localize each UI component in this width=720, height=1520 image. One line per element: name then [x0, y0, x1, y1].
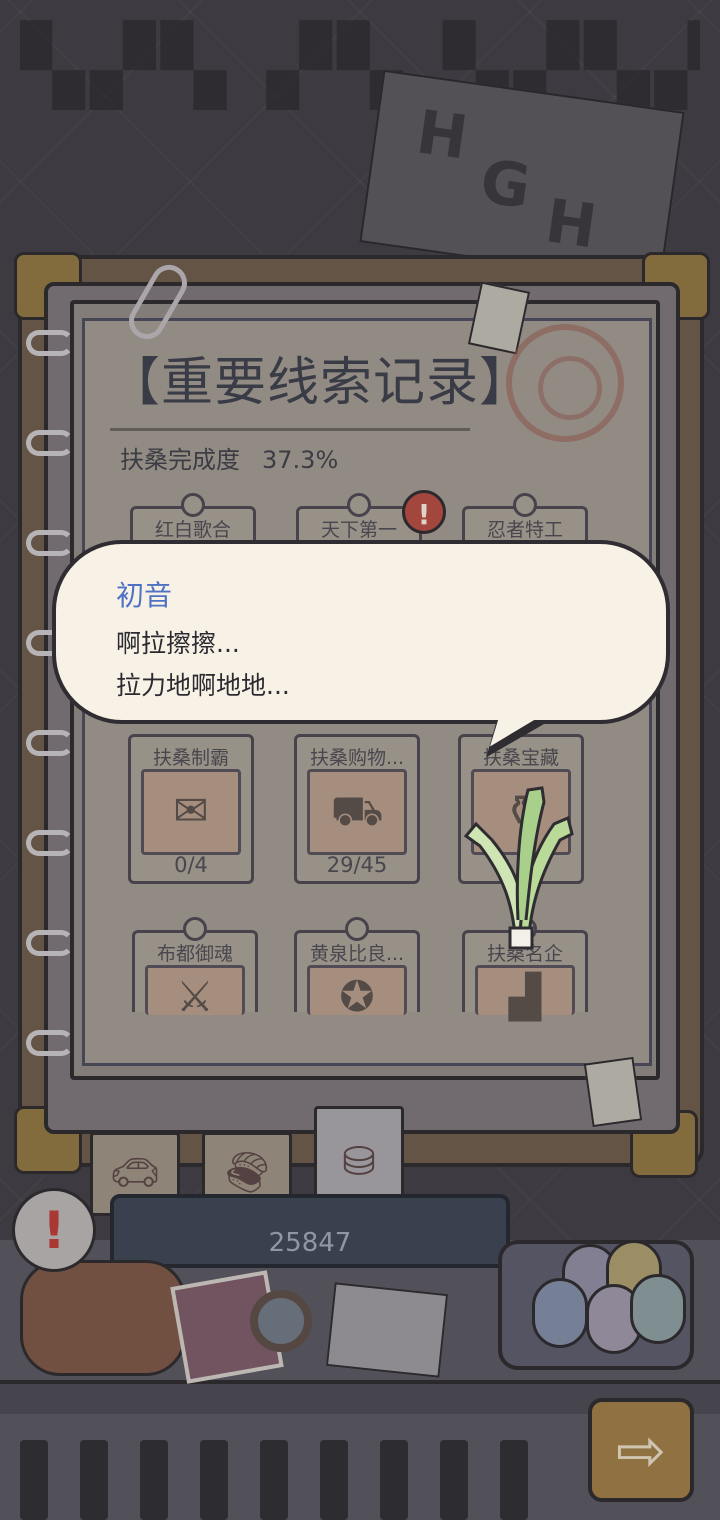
- ring: [26, 730, 74, 756]
- ring: [26, 330, 74, 356]
- currency-value: 25847: [268, 1228, 352, 1258]
- card-label: 忍者特工: [486, 519, 563, 541]
- chest-icon: ⛁: [342, 1139, 376, 1185]
- vent: [440, 1440, 468, 1520]
- tape-strip: [583, 1056, 643, 1128]
- card-label: 扶桑购物...: [309, 747, 405, 769]
- ring: [26, 530, 74, 556]
- wall-graffiti: ▚▞▚ ▞▚ ▚▞▚▞: [20, 20, 700, 110]
- dialog-line: 拉力地啊地地...: [116, 671, 290, 700]
- sword-icon: ⚔: [176, 972, 214, 1021]
- ring: [26, 430, 74, 456]
- card-icon-box: ▟: [475, 965, 575, 1021]
- egg: [630, 1274, 686, 1344]
- car-icon: 🚗︎: [109, 1150, 161, 1196]
- food-icon: 🍣︎: [221, 1150, 273, 1196]
- card-icon-box: ✪: [307, 965, 407, 1021]
- vent: [500, 1440, 528, 1520]
- clue-card[interactable]: 扶桑制霸 ✉ 0/4: [128, 734, 254, 884]
- card-hook: [347, 493, 371, 517]
- progress-label: 扶桑完成度: [120, 446, 240, 474]
- card-label: 天下第一: [320, 519, 397, 541]
- card-count: 0/4: [174, 853, 208, 877]
- title-divider: [110, 428, 470, 431]
- card-label: 红白歌合: [154, 519, 231, 541]
- ring: [26, 1030, 74, 1056]
- card-hook: [513, 493, 537, 517]
- building-icon: ▟: [508, 972, 542, 1021]
- ring: [26, 930, 74, 956]
- alert-bubble-icon[interactable]: !: [12, 1188, 96, 1272]
- card-label: 黄泉比良...: [309, 943, 405, 965]
- egg: [532, 1278, 588, 1348]
- card-icon-box: ✉: [141, 769, 241, 855]
- paper-note: [325, 1282, 449, 1378]
- ring: [26, 830, 74, 856]
- emblem-icon: ✪: [339, 972, 375, 1021]
- vent: [80, 1440, 108, 1520]
- dialog-speaker: 初音: [116, 579, 173, 612]
- progress-row: 扶桑完成度 37.3%: [120, 440, 338, 475]
- card-icon-box: ⚔: [145, 965, 245, 1021]
- vent: [140, 1440, 168, 1520]
- card-hook: [345, 917, 369, 941]
- vent: [380, 1440, 408, 1520]
- notebook-rings: [26, 330, 86, 1090]
- progress-value: 37.3%: [262, 446, 339, 474]
- card-icon-box: ⛟: [307, 769, 407, 855]
- clue-card[interactable]: 扶桑购物... ⛟ 29/45: [294, 734, 420, 884]
- dialog-line: 啊拉擦擦...: [116, 629, 240, 658]
- card-label: 扶桑制霸: [152, 747, 229, 769]
- card-count: 29/45: [326, 853, 388, 877]
- currency-panel: 25847: [110, 1194, 510, 1268]
- vent: [20, 1440, 48, 1520]
- clue-card[interactable]: 黄泉比良... ✪: [294, 917, 420, 1021]
- magnifier-icon: [250, 1290, 312, 1352]
- scroll-bundle: [20, 1260, 186, 1376]
- leek-character: [463, 786, 574, 950]
- clue-card[interactable]: 布都御魂 ⚔: [132, 917, 258, 1021]
- card-hook: [183, 917, 207, 941]
- stamp-icon: ✉: [173, 786, 209, 835]
- next-button[interactable]: ⇨: [588, 1398, 694, 1502]
- alert-badge-icon: !: [402, 490, 446, 534]
- page-title: 【重要线索记录】: [108, 353, 533, 413]
- card-hook: [181, 493, 205, 517]
- vent: [320, 1440, 348, 1520]
- vent: [260, 1440, 288, 1520]
- arrow-right-icon: ⇨: [615, 1416, 667, 1486]
- card-label: 布都御魂: [156, 943, 233, 965]
- egg-basket: [498, 1240, 694, 1370]
- vent: [200, 1440, 228, 1520]
- cart-icon: ⛟: [330, 786, 384, 835]
